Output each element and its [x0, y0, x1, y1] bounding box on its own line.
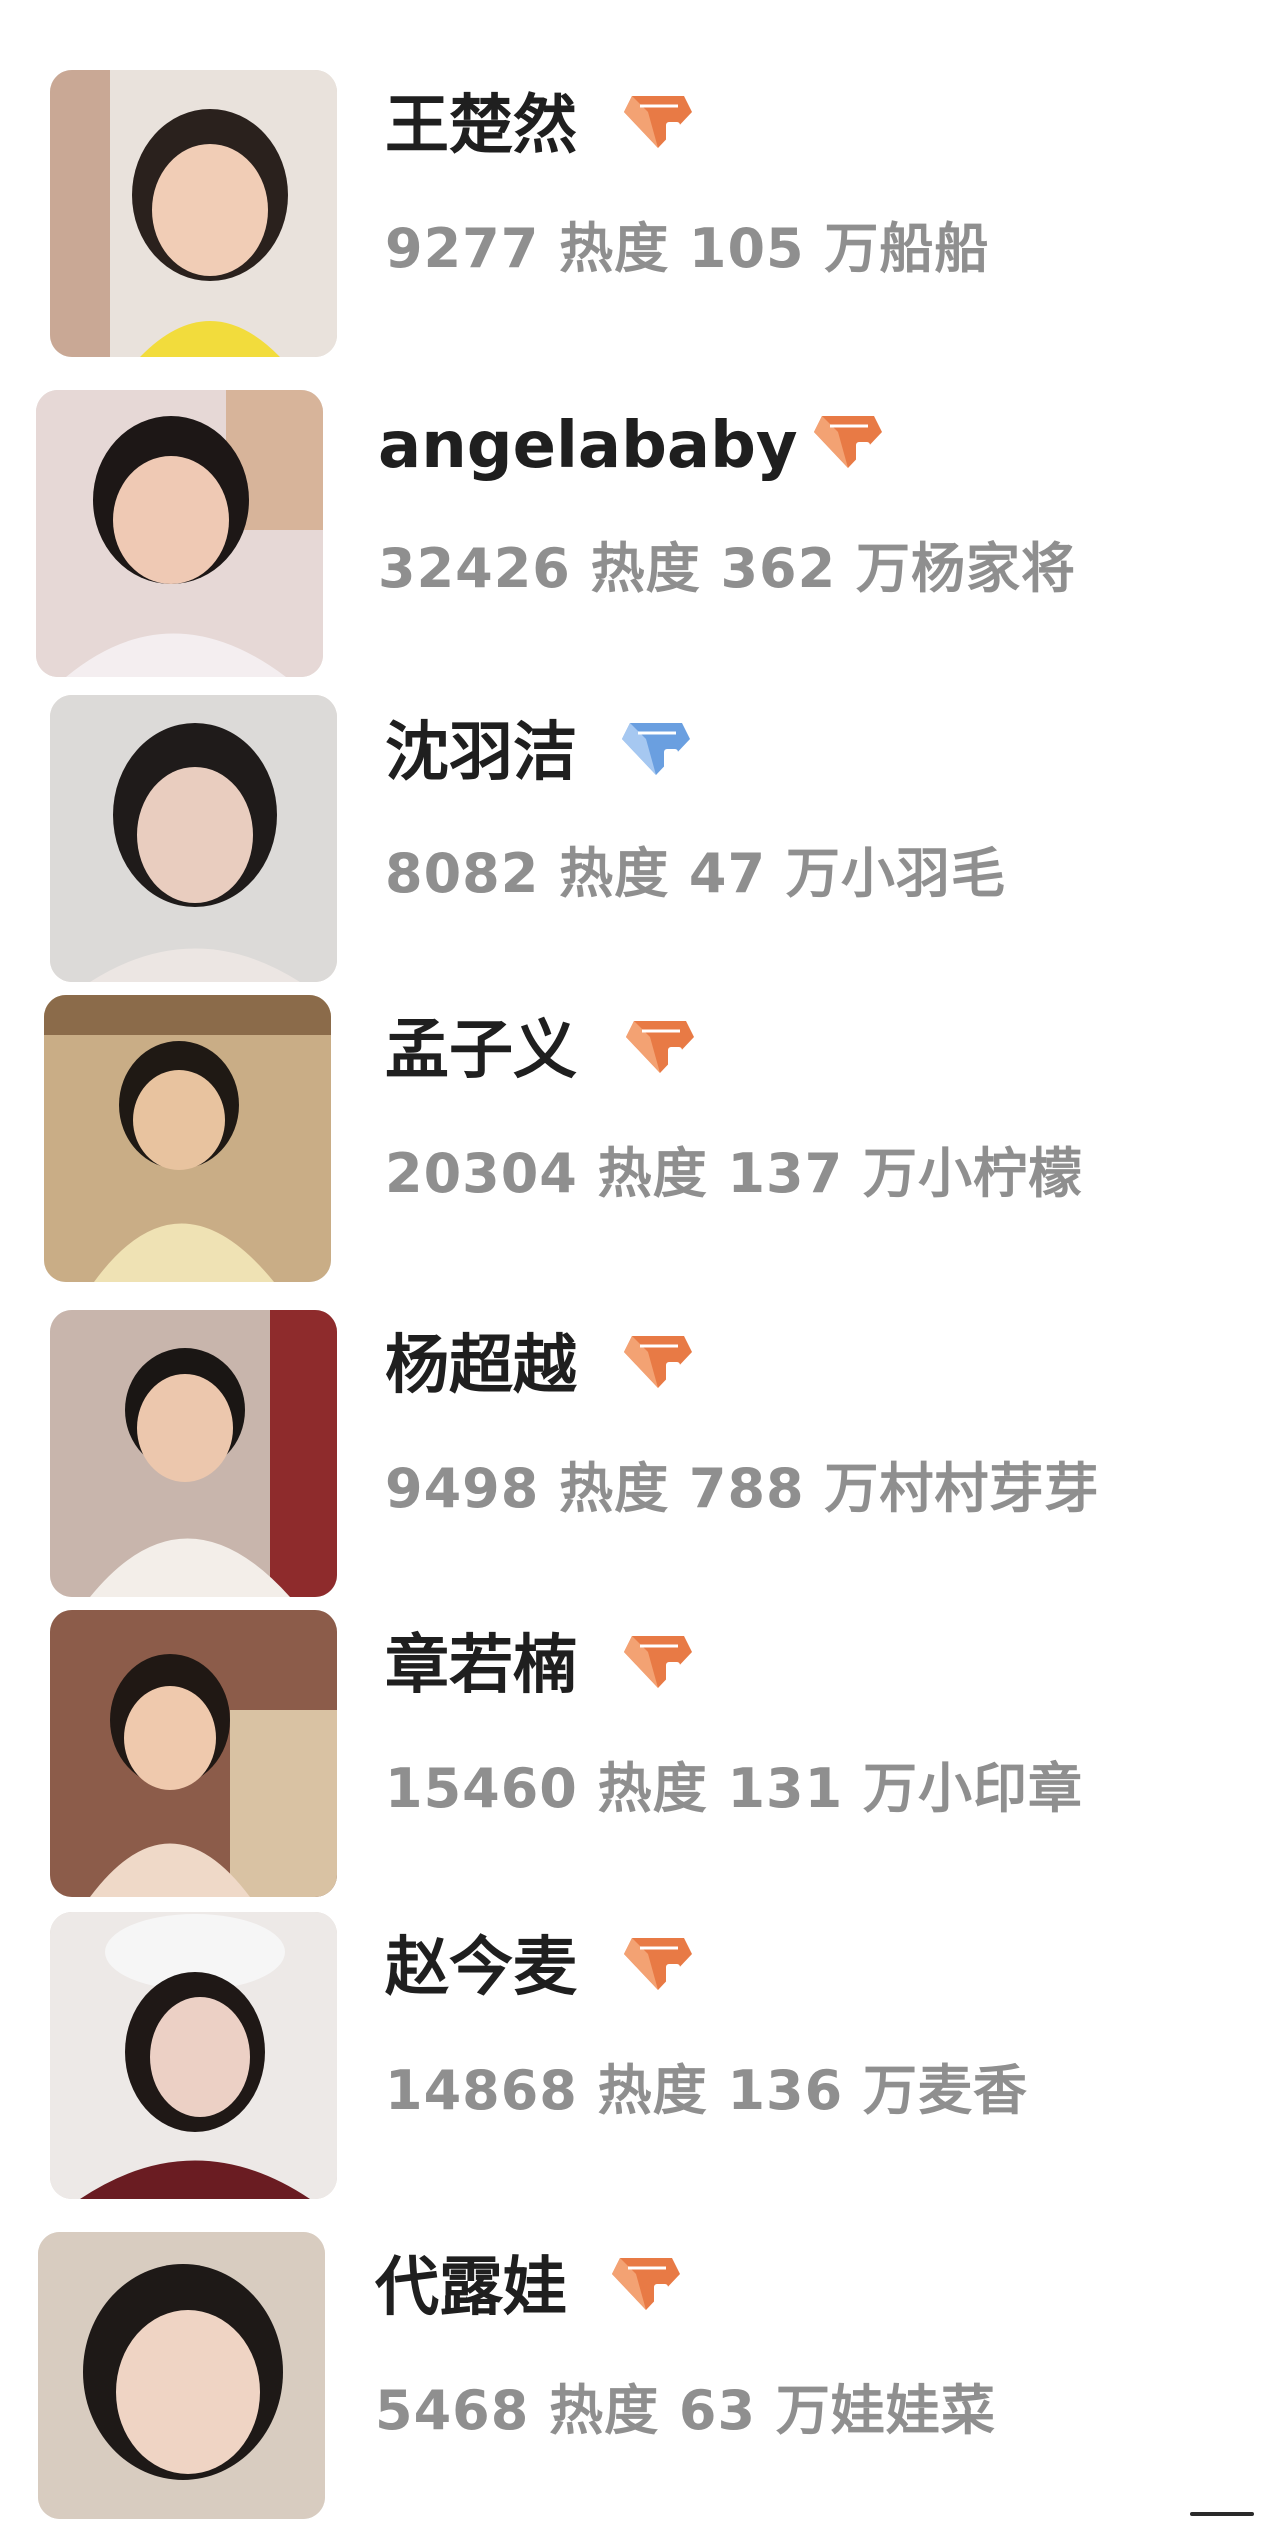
list-item[interactable]: 孟子义 20304 热度 137 万小柠檬 [0, 995, 1280, 1295]
user-stats: 20304 热度 137 万小柠檬 [385, 1142, 1083, 1205]
avatar[interactable] [50, 1610, 337, 1897]
user-name[interactable]: 杨超越 [385, 1334, 577, 1398]
list-item[interactable]: 赵今麦 14868 热度 136 万麦香 [0, 1912, 1280, 2212]
user-name[interactable]: angelababy [378, 414, 798, 478]
list-item[interactable]: angelababy 32426 热度 362 万杨家将 [0, 390, 1280, 690]
user-name[interactable]: 王楚然 [385, 94, 577, 158]
avatar[interactable] [50, 1912, 337, 2199]
user-stats: 9277 热度 105 万船船 [385, 217, 990, 280]
list-item[interactable]: 代露娃 5468 热度 63 万娃娃菜 [0, 2232, 1280, 2532]
avatar[interactable] [50, 1310, 337, 1597]
orange-diamond-icon [622, 1934, 694, 1994]
list-item[interactable]: 杨超越 9498 热度 788 万村村芽芽 [0, 1310, 1280, 1610]
user-stats: 14868 热度 136 万麦香 [385, 2059, 1028, 2122]
user-stats: 32426 热度 362 万杨家将 [378, 537, 1076, 600]
user-stats: 15460 热度 131 万小印章 [385, 1757, 1083, 1820]
list-item[interactable]: 沈羽洁 8082 热度 47 万小羽毛 [0, 695, 1280, 995]
user-stats: 9498 热度 788 万村村芽芽 [385, 1457, 1100, 1520]
avatar[interactable] [36, 390, 323, 677]
avatar[interactable] [44, 995, 331, 1282]
user-stats: 8082 热度 47 万小羽毛 [385, 842, 1006, 905]
user-name[interactable]: 章若楠 [385, 1634, 577, 1698]
blue-diamond-icon [620, 719, 692, 779]
avatar[interactable] [38, 2232, 325, 2519]
user-stats: 5468 热度 63 万娃娃菜 [375, 2379, 996, 2442]
orange-diamond-icon [622, 1632, 694, 1692]
avatar[interactable] [50, 70, 337, 357]
orange-diamond-icon [622, 1332, 694, 1392]
list-item[interactable]: 章若楠 15460 热度 131 万小印章 [0, 1610, 1280, 1910]
home-indicator [1190, 2512, 1254, 2516]
user-name[interactable]: 赵今麦 [385, 1936, 577, 2000]
avatar[interactable] [50, 695, 337, 982]
orange-diamond-icon [610, 2254, 682, 2314]
user-name[interactable]: 沈羽洁 [385, 721, 577, 785]
orange-diamond-icon [624, 1017, 696, 1077]
user-name[interactable]: 孟子义 [385, 1019, 577, 1083]
orange-diamond-icon [812, 412, 884, 472]
user-name[interactable]: 代露娃 [375, 2256, 567, 2320]
list-item[interactable]: 王楚然 9277 热度 105 万船船 [0, 70, 1280, 370]
orange-diamond-icon [622, 92, 694, 152]
fan-group-list: 王楚然 9277 热度 105 万船船 angelababy 32426 热度 … [0, 0, 1280, 2525]
